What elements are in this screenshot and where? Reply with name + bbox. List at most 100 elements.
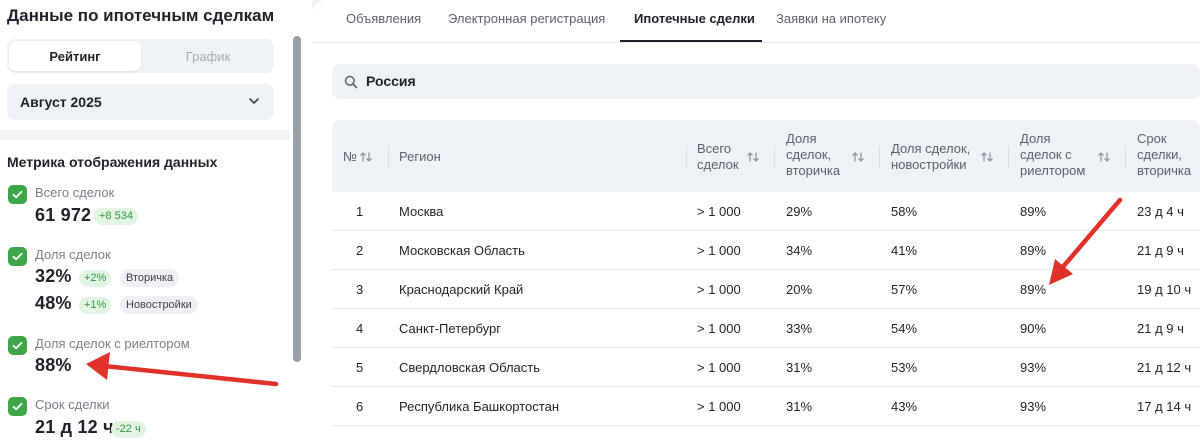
header-secondary[interactable]: Доля сделок, вторичка <box>786 131 840 179</box>
cell-term: 21 д 12 ч <box>1137 360 1192 375</box>
check-icon[interactable] <box>8 336 27 355</box>
filters-card: Данные по ипотечным сделкам Рейтинг Граф… <box>0 0 288 130</box>
left-panel: Данные по ипотечным сделкам Рейтинг Граф… <box>0 0 290 445</box>
cell-number: 4 <box>356 321 364 336</box>
metric-share-newbuild-delta: +1% <box>79 297 112 314</box>
metric-realtor-label: Доля сделок с риелтором <box>35 336 190 351</box>
cell-number: 2 <box>356 243 364 258</box>
header-separator <box>774 146 775 168</box>
cell-number: 1 <box>356 204 364 219</box>
cell-realtor: 93% <box>1020 399 1047 414</box>
search-input[interactable] <box>366 73 766 89</box>
header-total[interactable]: Всего сделок <box>697 141 739 173</box>
metric-total-value: 61 972 <box>35 205 92 225</box>
panel-title: Данные по ипотечным сделкам <box>7 6 275 25</box>
chart-tab-button[interactable]: График <box>142 41 274 71</box>
month-select-value: Август 2025 <box>20 94 102 110</box>
header-separator <box>879 146 880 168</box>
metric-term-value: 21 д 12 ч <box>35 417 114 437</box>
header-separator <box>1008 146 1009 168</box>
cell-secondary: 20% <box>786 282 813 297</box>
cell-number: 6 <box>356 399 364 414</box>
sort-arrows-icon[interactable] <box>359 151 373 163</box>
header-realtor[interactable]: Доля сделок с риелтором <box>1020 131 1085 179</box>
table-row[interactable]: 6 Республика Башкортостан > 1 000 31% 43… <box>332 387 1200 426</box>
cell-total: > 1 000 <box>697 243 741 258</box>
cell-total: > 1 000 <box>697 282 741 297</box>
metric-share-newbuild-value: 48% <box>35 293 72 313</box>
cell-newbuild: 43% <box>891 399 918 414</box>
metric-share-newbuild-tag: Новостройки <box>120 296 198 314</box>
left-scrollbar[interactable] <box>293 36 301 362</box>
cell-term: 17 д 14 ч <box>1137 399 1192 414</box>
check-icon[interactable] <box>8 397 27 416</box>
cell-term: 21 д 9 ч <box>1137 321 1184 336</box>
tab-mortgage-deals[interactable]: Ипотечные сделки <box>634 11 755 26</box>
header-term[interactable]: Срок сделки, вторичка <box>1137 131 1191 179</box>
cell-secondary: 29% <box>786 204 813 219</box>
cell-newbuild: 58% <box>891 204 918 219</box>
cell-region: Москва <box>399 204 444 219</box>
header-separator <box>686 146 687 168</box>
search-box[interactable] <box>332 64 1200 99</box>
cell-realtor: 89% <box>1020 243 1047 258</box>
cell-total: > 1 000 <box>697 399 741 414</box>
sort-arrows-icon[interactable] <box>980 151 994 163</box>
panel-divider <box>0 130 290 140</box>
table-row[interactable]: 2 Московская Область > 1 000 34% 41% 89%… <box>332 231 1200 270</box>
rating-tab-button[interactable]: Рейтинг <box>9 41 141 71</box>
cell-term: 23 д 4 ч <box>1137 204 1184 219</box>
cell-newbuild: 41% <box>891 243 918 258</box>
cell-newbuild: 53% <box>891 360 918 375</box>
cell-total: > 1 000 <box>697 321 741 336</box>
cell-number: 3 <box>356 282 364 297</box>
sort-arrows-icon[interactable] <box>851 151 865 163</box>
cell-realtor: 90% <box>1020 321 1047 336</box>
metrics-title: Метрика отображения данных <box>7 154 218 170</box>
cell-number: 5 <box>356 360 364 375</box>
header-newbuild[interactable]: Доля сделок, новостройки <box>891 141 970 173</box>
metric-realtor-value: 88% <box>35 355 72 375</box>
table-row[interactable]: 4 Санкт-Петербург > 1 000 33% 54% 90% 21… <box>332 309 1200 348</box>
header-separator <box>1125 146 1126 168</box>
header-separator <box>388 146 389 168</box>
table-row[interactable]: 5 Свердловская Область > 1 000 31% 53% 9… <box>332 348 1200 387</box>
cell-secondary: 31% <box>786 399 813 414</box>
header-region[interactable]: Регион <box>399 149 441 165</box>
cell-term: 21 д 9 ч <box>1137 243 1184 258</box>
cell-newbuild: 57% <box>891 282 918 297</box>
month-select[interactable]: Август 2025 <box>7 84 274 120</box>
metric-total-label: Всего сделок <box>35 185 115 200</box>
metrics-card: Метрика отображения данных Всего сделок … <box>0 140 288 445</box>
tab-listings[interactable]: Объявления <box>346 11 421 26</box>
metric-term-delta: -22 ч <box>111 421 146 438</box>
search-icon <box>344 75 358 89</box>
main-content: Объявления Электронная регистрация Ипоте… <box>312 0 1200 445</box>
check-icon[interactable] <box>8 247 27 266</box>
cell-secondary: 33% <box>786 321 813 336</box>
metric-share-secondary-delta: +2% <box>79 270 112 287</box>
tab-mortgage-applications[interactable]: Заявки на ипотеку <box>776 11 886 26</box>
cell-secondary: 34% <box>786 243 813 258</box>
cell-realtor: 89% <box>1020 282 1047 297</box>
cell-region: Республика Башкортостан <box>399 399 559 414</box>
cell-region: Санкт-Петербург <box>399 321 501 336</box>
tab-e-registration[interactable]: Электронная регистрация <box>448 11 605 26</box>
sort-arrows-icon[interactable] <box>1097 151 1111 163</box>
chevron-down-icon <box>249 98 259 104</box>
cell-region: Московская Область <box>399 243 525 258</box>
metric-total-delta: +8 534 <box>94 208 138 225</box>
cell-realtor: 93% <box>1020 360 1047 375</box>
table-row[interactable]: 3 Краснодарский Край > 1 000 20% 57% 89%… <box>332 270 1200 309</box>
tabs-divider <box>312 42 1200 43</box>
cell-total: > 1 000 <box>697 204 741 219</box>
cell-newbuild: 54% <box>891 321 918 336</box>
check-icon[interactable] <box>8 185 27 204</box>
cell-term: 19 д 10 ч <box>1137 282 1192 297</box>
sort-arrows-icon[interactable] <box>746 151 760 163</box>
top-tabs: Объявления Электронная регистрация Ипоте… <box>312 0 1200 43</box>
cell-region: Краснодарский Край <box>399 282 524 297</box>
header-number[interactable]: № <box>343 149 357 165</box>
table-row[interactable]: 1 Москва > 1 000 29% 58% 89% 23 д 4 ч <box>332 192 1200 231</box>
metric-share-secondary-value: 32% <box>35 266 72 286</box>
